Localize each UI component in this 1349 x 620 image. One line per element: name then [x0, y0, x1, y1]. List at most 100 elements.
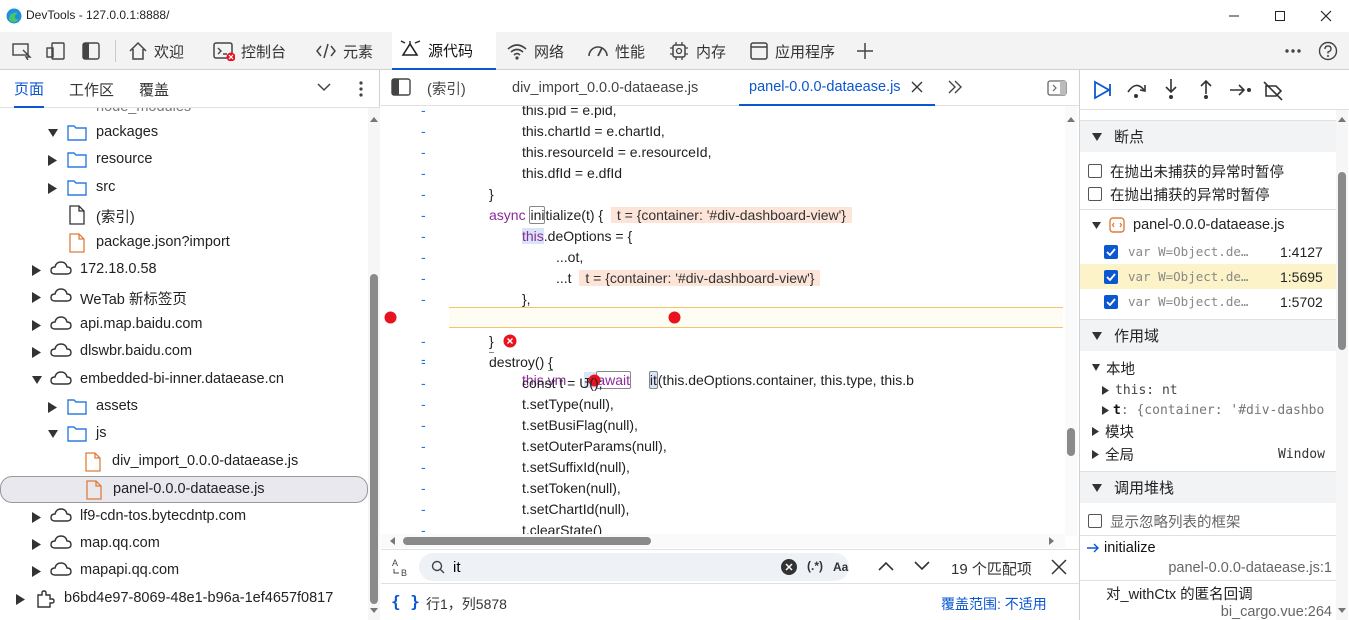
more-options-icon[interactable]: [1276, 32, 1310, 70]
previous-match-icon[interactable]: [878, 561, 894, 571]
minimize-button[interactable]: [1211, 0, 1257, 32]
triangle-right-icon[interactable]: [32, 292, 42, 304]
breakpoint-checkbox[interactable]: [1104, 244, 1118, 259]
callstack-frame[interactable]: 对_withCtx 的匿名回调: [1080, 583, 1336, 603]
tree-item[interactable]: WeTab 新标签页: [0, 284, 368, 311]
tab-elements[interactable]: 元素: [307, 32, 381, 70]
search-field[interactable]: (.*) Aa: [419, 553, 849, 581]
inline-breakpoint-icon[interactable]: [668, 311, 681, 324]
chevron-down-icon[interactable]: [317, 82, 331, 92]
tree-item[interactable]: src: [0, 175, 368, 202]
breakpoint-item[interactable]: var W=Object.de… 1:5702: [1080, 289, 1336, 314]
close-tab-icon[interactable]: [911, 81, 923, 93]
step-over-icon[interactable]: [1126, 80, 1148, 100]
tree-item[interactable]: b6bd4e97-8069-48e1-b96a-1ef4657f0817: [0, 586, 368, 613]
scroll-right-icon[interactable]: [1049, 537, 1055, 545]
pause-uncaught-row[interactable]: 在抛出未捕获的异常时暂停: [1080, 160, 1336, 182]
tree-item[interactable]: api.map.baidu.com: [0, 312, 368, 339]
scroll-up-icon[interactable]: [370, 116, 378, 122]
toggle-navigator-icon[interactable]: [391, 78, 411, 96]
breakpoint-item[interactable]: var W=Object.de… 1:5695: [1080, 264, 1336, 289]
triangle-right-icon[interactable]: [32, 511, 42, 523]
triangle-down-icon[interactable]: [32, 375, 42, 385]
tab-overrides[interactable]: 覆盖: [139, 70, 169, 108]
scope-local-row[interactable]: 本地: [1080, 358, 1336, 378]
tree-item[interactable]: panel-0.0.0-dataease.js: [0, 476, 368, 504]
resume-icon[interactable]: [1092, 80, 1112, 100]
match-case-toggle[interactable]: Aa: [833, 560, 848, 574]
triangle-right-icon[interactable]: [32, 539, 42, 550]
pause-caught-checkbox[interactable]: [1088, 187, 1102, 201]
tree-item[interactable]: package.json?import: [0, 230, 368, 257]
tree-item[interactable]: dlswbr.baidu.com: [0, 339, 368, 366]
debugger-scroll-thumb[interactable]: [1338, 172, 1346, 350]
tab-sources[interactable]: 源代码: [392, 32, 496, 70]
tab-memory[interactable]: 内存: [660, 32, 734, 70]
triangle-right-icon[interactable]: [32, 265, 42, 276]
close-search-icon[interactable]: [1051, 559, 1067, 575]
add-tab-icon[interactable]: [848, 32, 882, 70]
editor-tab-index[interactable]: (索引): [427, 70, 466, 106]
breakpoint-marker-icon[interactable]: [384, 311, 397, 324]
tree-item[interactable]: assets: [0, 394, 368, 421]
code-hscroll-thumb[interactable]: [403, 537, 651, 545]
tree-item[interactable]: mapapi.qq.com: [0, 558, 368, 585]
device-toolbar-icon[interactable]: [39, 32, 73, 70]
tab-performance[interactable]: 性能: [579, 32, 653, 70]
scope-this-row[interactable]: this: nt: [1080, 380, 1336, 400]
search-input[interactable]: [453, 557, 753, 577]
code-hscrollbar[interactable]: [381, 534, 1065, 548]
code-area[interactable]: - this.pid = e.pid, - this.chartId = e.cha…: [381, 106, 1079, 536]
tree-item[interactable]: packages: [0, 120, 368, 147]
tab-network[interactable]: 网络: [498, 32, 572, 70]
regex-toggle[interactable]: (.*): [807, 559, 823, 573]
error-icon[interactable]: [503, 334, 517, 348]
close-window-button[interactable]: [1303, 0, 1349, 32]
scope-global-row[interactable]: 全局 Window: [1080, 444, 1336, 464]
frame-location[interactable]: panel-0.0.0-dataease.js:1: [1080, 558, 1336, 578]
callstack-frame-current[interactable]: initialize: [1080, 538, 1336, 558]
clear-search-icon[interactable]: [781, 559, 797, 575]
breakpoint-file-row[interactable]: panel-0.0.0-dataease.js: [1080, 213, 1336, 237]
tree-item[interactable]: js: [0, 421, 368, 448]
scope-header[interactable]: 作用域: [1080, 319, 1336, 351]
frame-location[interactable]: bi_cargo.vue:264: [1080, 603, 1336, 620]
next-match-icon[interactable]: [914, 561, 930, 571]
pause-uncaught-checkbox[interactable]: [1088, 164, 1102, 178]
triangle-down-icon[interactable]: [48, 128, 58, 138]
triangle-right-icon[interactable]: [32, 347, 42, 359]
breakpoint-item[interactable]: var W=Object.de… 1:4127: [1080, 239, 1336, 264]
triangle-right-icon[interactable]: [48, 182, 58, 194]
triangle-right-icon[interactable]: [32, 566, 42, 578]
tree-item[interactable]: (索引): [0, 202, 368, 229]
tree-item[interactable]: lf9-cdn-tos.bytecdntp.com: [0, 504, 368, 531]
pretty-print-button[interactable]: { }: [391, 592, 420, 611]
toggle-debugger-icon[interactable]: [1047, 80, 1067, 96]
dock-side-icon[interactable]: [74, 32, 108, 70]
scroll-left-icon[interactable]: [389, 537, 395, 545]
tree-item[interactable]: map.qq.com: [0, 531, 368, 558]
tree-item[interactable]: div_import_0.0.0-dataease.js: [0, 449, 368, 476]
triangle-right-icon[interactable]: [48, 402, 58, 413]
replace-toggle-icon[interactable]: AB: [391, 556, 413, 578]
step-into-icon[interactable]: [1162, 78, 1180, 100]
tab-console[interactable]: 控制台: [205, 32, 294, 70]
callstack-header[interactable]: 调用堆栈: [1080, 471, 1336, 503]
tab-workspace[interactable]: 工作区: [69, 70, 114, 108]
editor-tab-div-import[interactable]: div_import_0.0.0-dataease.js: [512, 70, 698, 106]
coverage-status[interactable]: 覆盖范围: 不适用: [941, 594, 1047, 614]
scope-t-row[interactable]: t: {container: '#div-dashbo: [1080, 400, 1336, 420]
step-icon[interactable]: [1229, 82, 1253, 98]
scroll-down-icon[interactable]: [370, 608, 378, 614]
breakpoint-checkbox[interactable]: [1104, 269, 1118, 284]
tree-scrollbar[interactable]: [368, 108, 380, 620]
triangle-down-icon[interactable]: [48, 429, 58, 439]
maximize-button[interactable]: [1257, 0, 1303, 32]
show-ignored-row[interactable]: 显示忽略列表的框架: [1080, 510, 1336, 532]
triangle-right-icon[interactable]: [48, 155, 58, 167]
scroll-down-icon[interactable]: [1338, 608, 1346, 614]
pause-caught-row[interactable]: 在抛出捕获的异常时暂停: [1080, 183, 1336, 205]
show-ignored-checkbox[interactable]: [1088, 514, 1102, 528]
scroll-up-icon[interactable]: [1338, 116, 1346, 122]
tree-item[interactable]: 172.18.0.58: [0, 257, 368, 284]
